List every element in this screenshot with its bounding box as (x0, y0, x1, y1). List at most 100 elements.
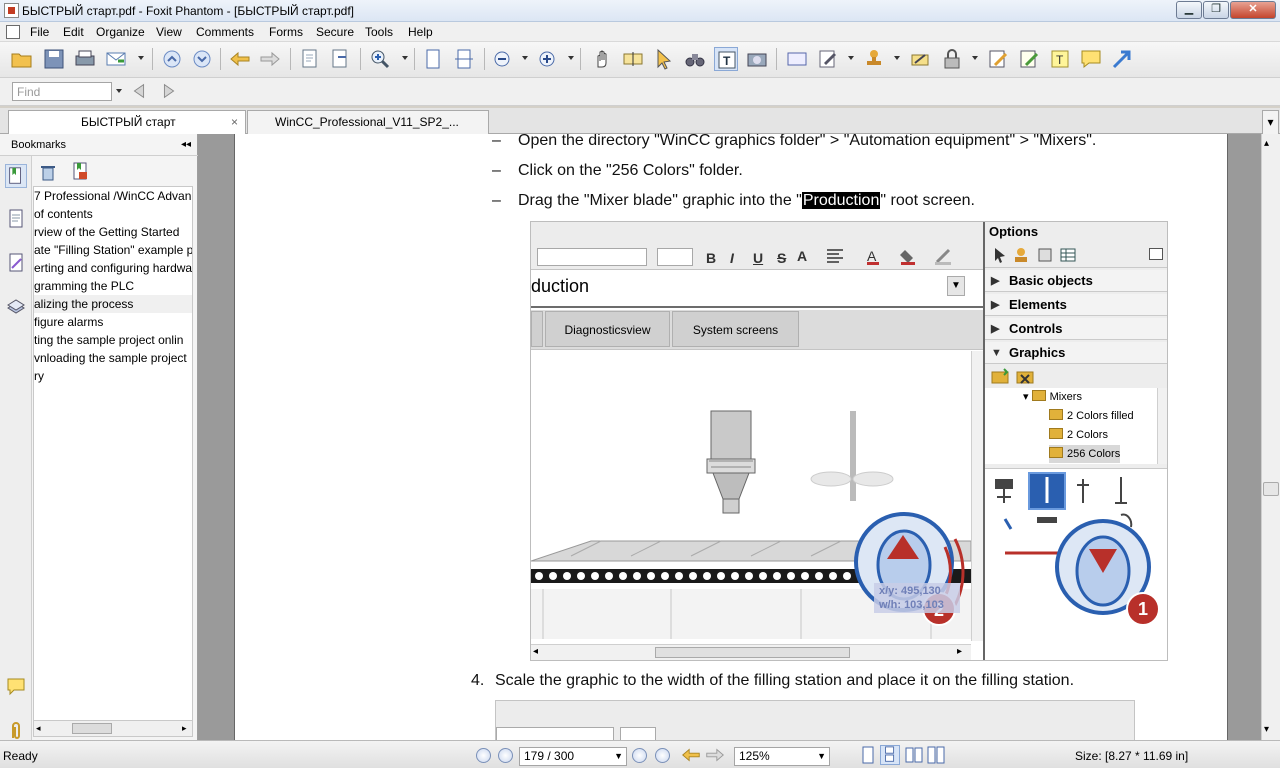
bookmark-item[interactable]: erting and configuring hardwa (34, 259, 192, 277)
bookmark-item[interactable]: ate "Filling Station" example p (34, 241, 192, 259)
menu-file[interactable]: File (30, 25, 49, 39)
pointer-icon[interactable] (652, 47, 676, 71)
typewriter-icon[interactable]: T (714, 47, 738, 71)
fit-width-icon[interactable] (452, 47, 476, 71)
delete-bookmark-icon[interactable] (39, 163, 57, 181)
menu-secure[interactable]: Secure (316, 25, 354, 39)
forward-arrow-icon[interactable] (258, 47, 282, 71)
pencil-dropdown-icon[interactable] (848, 56, 854, 60)
single-page-icon[interactable] (858, 745, 878, 765)
attachments-icon[interactable] (6, 720, 26, 742)
next-page-status-icon[interactable] (632, 748, 647, 763)
document-view[interactable]: – Open the directory "WinCC graphics fol… (198, 134, 1261, 740)
menu-comments[interactable]: Comments (196, 25, 254, 39)
hand-tool-icon[interactable] (590, 47, 614, 71)
find-dropdown-icon[interactable] (116, 89, 122, 93)
lock-icon[interactable] (940, 47, 964, 71)
tab-wincc-professional[interactable]: WinCC_Professional_V11_SP2_... (247, 110, 489, 134)
document-vertical-scrollbar[interactable]: ▴ ▾ (1261, 134, 1280, 740)
binoculars-icon[interactable] (683, 47, 707, 71)
bookmarks-tab-icon[interactable] (5, 164, 27, 188)
find-next-icon[interactable] (158, 80, 180, 102)
zoom-out-dropdown-icon[interactable] (522, 56, 528, 60)
close-button[interactable]: ✕ (1230, 1, 1276, 19)
find-previous-icon[interactable] (128, 80, 150, 102)
bookmark-item[interactable]: gramming the PLC (34, 277, 192, 295)
forward-view-icon[interactable] (704, 744, 726, 766)
menu-edit[interactable]: Edit (63, 25, 84, 39)
email-icon[interactable] (104, 47, 128, 71)
pages-tab-icon[interactable] (6, 208, 26, 230)
pencil-icon[interactable] (816, 47, 840, 71)
bookmark-item[interactable]: figure alarms (34, 313, 192, 331)
continuous-facing-icon[interactable] (926, 745, 946, 765)
menu-help[interactable]: Help (408, 25, 433, 39)
bookmark-item[interactable]: ting the sample project onlin (34, 331, 192, 349)
bookmark-horizontal-scrollbar[interactable]: ◂ ▸ (33, 720, 193, 737)
menu-tools[interactable]: Tools (365, 25, 393, 39)
extract-pages-icon[interactable] (328, 47, 352, 71)
minimize-button[interactable]: ▁ (1176, 1, 1202, 19)
fit-page-icon[interactable] (421, 47, 445, 71)
menu-view[interactable]: View (156, 25, 182, 39)
continuous-page-icon[interactable] (880, 745, 900, 765)
bookmark-item[interactable]: rview of the Getting Started (34, 223, 192, 241)
restore-button[interactable]: ❐ (1203, 1, 1229, 19)
email-dropdown-icon[interactable] (138, 56, 144, 60)
document-menu-icon[interactable] (6, 25, 20, 39)
scroll-thumb[interactable] (1263, 482, 1279, 496)
stamp-dropdown-icon[interactable] (894, 56, 900, 60)
menu-forms[interactable]: Forms (269, 25, 303, 39)
zoom-field[interactable]: 125% ▼ (734, 747, 830, 766)
scroll-left-icon[interactable]: ◂ (36, 723, 41, 734)
scroll-up-icon[interactable]: ▴ (1264, 138, 1269, 149)
page-number-field[interactable]: 179 / 300 ▼ (519, 747, 627, 766)
scroll-thumb[interactable] (72, 723, 112, 734)
facing-pages-icon[interactable] (904, 745, 924, 765)
note-edit-icon[interactable] (986, 47, 1010, 71)
comments-tab-icon[interactable] (6, 252, 26, 274)
zoom-plus-icon[interactable] (535, 47, 559, 71)
insert-pages-icon[interactable] (298, 47, 322, 71)
stamp-icon[interactable] (862, 47, 886, 71)
select-text-icon[interactable] (621, 47, 645, 71)
back-arrow-icon[interactable] (228, 47, 252, 71)
next-page-icon[interactable] (190, 47, 214, 71)
bookmark-item[interactable]: 7 Professional /WinCC Advan (34, 187, 192, 205)
text-box-icon[interactable] (785, 47, 809, 71)
zoom-plus-dropdown-icon[interactable] (568, 56, 574, 60)
collapse-panel-icon[interactable]: ◂◂ (181, 134, 191, 156)
tab-bystry-start[interactable]: БЫСТРЫЙ старт × (8, 110, 246, 134)
sticky-note-icon[interactable] (1079, 47, 1103, 71)
arrow-tool-icon[interactable] (1110, 47, 1134, 71)
first-page-icon[interactable] (476, 748, 491, 763)
scroll-right-icon[interactable]: ▸ (182, 723, 187, 734)
snapshot-icon[interactable] (745, 47, 769, 71)
zoom-out-icon[interactable] (490, 47, 514, 71)
sign-icon[interactable] (908, 47, 932, 71)
back-view-icon[interactable] (680, 744, 702, 766)
layers-tab-icon[interactable] (6, 296, 26, 318)
tab-overflow-button[interactable]: ▾ (1262, 110, 1279, 134)
find-input[interactable] (12, 82, 112, 101)
menu-organize[interactable]: Organize (96, 25, 145, 39)
tab-close-icon[interactable]: × (231, 111, 238, 133)
bookmark-item[interactable]: of contents (34, 205, 192, 223)
scroll-down-icon[interactable]: ▾ (1264, 724, 1269, 735)
text-comment-icon[interactable]: T (1048, 47, 1072, 71)
lock-dropdown-icon[interactable] (972, 56, 978, 60)
zoom-in-icon[interactable] (368, 47, 392, 71)
comment-list-icon[interactable] (6, 676, 26, 698)
bookmark-item[interactable]: ry (34, 367, 192, 385)
prev-page-icon[interactable] (498, 748, 513, 763)
bookmark-item-selected[interactable]: alizing the process (34, 295, 192, 313)
previous-page-icon[interactable] (160, 47, 184, 71)
bookmark-item[interactable]: vnloading the sample project (34, 349, 192, 367)
print-icon[interactable] (73, 47, 97, 71)
add-bookmark-icon[interactable] (71, 161, 89, 181)
zoom-dropdown-icon[interactable] (402, 56, 408, 60)
last-page-icon[interactable] (655, 748, 670, 763)
save-icon[interactable] (42, 47, 66, 71)
open-folder-icon[interactable] (10, 47, 34, 71)
form-edit-icon[interactable] (1017, 47, 1041, 71)
